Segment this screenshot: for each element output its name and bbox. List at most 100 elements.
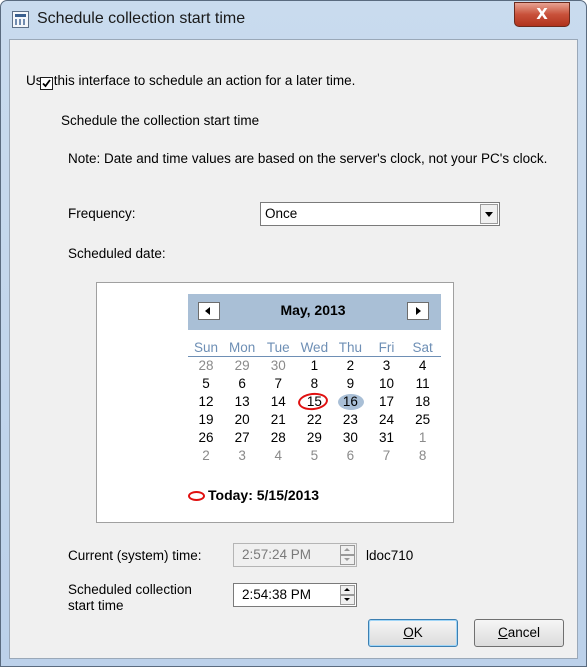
calendar-day[interactable]: 7	[368, 447, 404, 465]
calendar-week: 28 29 30 1 2 3 4	[188, 357, 441, 375]
calendar-header: May, 2013	[188, 294, 441, 330]
current-time-spinner: 2:57:24 PM	[233, 543, 357, 567]
scheduled-time-value[interactable]: 2:54:38 PM	[242, 587, 311, 602]
calendar-day[interactable]: 27	[224, 429, 260, 447]
calendar-day[interactable]: 26	[188, 429, 224, 447]
ok-label-rest: K	[413, 625, 423, 640]
calendar-day[interactable]: 30	[260, 357, 296, 375]
calendar-day[interactable]: 28	[260, 429, 296, 447]
schedule-checkbox-label[interactable]: Schedule the collection start time	[61, 113, 259, 128]
cancel-access-key: C	[497, 625, 508, 640]
title-bar[interactable]: Schedule collection start time X	[1, 1, 586, 39]
schedule-checkbox[interactable]	[40, 77, 53, 90]
calendar-day[interactable]: 10	[368, 375, 404, 393]
calendar-day[interactable]: 31	[368, 429, 404, 447]
calendar-week: 19 20 21 22 23 24 25	[188, 411, 441, 429]
calendar-day[interactable]: 8	[296, 375, 332, 393]
next-month-button[interactable]	[407, 302, 429, 320]
month-label: May, 2013	[280, 302, 346, 318]
calendar-day[interactable]: 25	[405, 411, 441, 429]
spin-up-icon[interactable]	[340, 585, 355, 595]
ok-access-key: O	[403, 625, 414, 640]
calendar-day[interactable]: 2	[332, 357, 368, 375]
note-text: Note: Date and time values are based on …	[68, 151, 548, 166]
calendar-day[interactable]: 14	[260, 393, 296, 411]
calendar-day[interactable]: 5	[296, 447, 332, 465]
spin-down-icon[interactable]	[340, 595, 355, 605]
calendar-day[interactable]: 23	[332, 411, 368, 429]
today-text: Today: 5/15/2013	[208, 487, 320, 503]
calendar-day[interactable]: 7	[260, 375, 296, 393]
weekday-header: Mon	[224, 339, 261, 357]
previous-month-button[interactable]	[198, 302, 220, 320]
calendar-day-today[interactable]: 15	[296, 391, 332, 412]
spin-down-icon	[340, 555, 355, 565]
cancel-label-rest: ancel	[507, 625, 541, 640]
calendar-day[interactable]: 6	[224, 375, 260, 393]
today-circle-icon	[188, 491, 205, 502]
current-time-value: 2:57:24 PM	[242, 547, 312, 562]
server-name: ldoc710	[366, 548, 414, 563]
scheduled-time-label-line1: Scheduled collection	[68, 582, 192, 597]
cancel-button[interactable]: Cancel	[474, 619, 564, 647]
frequency-value: Once	[265, 206, 298, 221]
calendar-day[interactable]: 3	[224, 447, 260, 465]
calendar-grid: Sun Mon Tue Wed Thu Fri Sat 28 29 30 1 2…	[188, 339, 441, 465]
calendar-day[interactable]: 2	[188, 447, 224, 465]
dialog-body: Use this interface to schedule an action…	[9, 39, 578, 659]
calendar-day[interactable]: 24	[368, 411, 404, 429]
calendar-day[interactable]: 19	[188, 411, 224, 429]
weekday-header: Sat	[404, 339, 441, 357]
calendar-day[interactable]: 13	[224, 393, 260, 411]
calendar-day[interactable]: 11	[405, 375, 441, 393]
window-title: Schedule collection start time	[37, 10, 246, 27]
dialog-window: Schedule collection start time X Use thi…	[0, 0, 587, 667]
frequency-label: Frequency:	[68, 206, 136, 221]
weekday-header: Tue	[260, 339, 297, 357]
calendar-day[interactable]: 29	[296, 429, 332, 447]
calendar-week: 26 27 28 29 30 31 1	[188, 429, 441, 447]
checkmark-icon	[42, 79, 51, 88]
weekday-row: Sun Mon Tue Wed Thu Fri Sat	[188, 339, 441, 357]
calendar: May, 2013 Sun Mon Tue Wed Thu Fri Sat 28…	[96, 282, 454, 523]
calendar-day[interactable]: 1	[405, 429, 441, 447]
frequency-select[interactable]: Once	[260, 202, 500, 226]
chevron-down-icon[interactable]	[480, 204, 498, 224]
calendar-day[interactable]: 3	[368, 357, 404, 375]
current-time-label: Current (system) time:	[68, 548, 202, 563]
calendar-day[interactable]: 28	[188, 357, 224, 375]
calendar-day-selected[interactable]: 16	[332, 393, 368, 411]
scheduled-time-spinner[interactable]: 2:54:38 PM	[233, 583, 357, 607]
scheduled-date-label: Scheduled date:	[68, 246, 166, 261]
intro-text: Use this interface to schedule an action…	[26, 73, 356, 88]
calendar-week: 2 3 4 5 6 7 8	[188, 447, 441, 465]
calendar-day[interactable]: 5	[188, 375, 224, 393]
calendar-day[interactable]: 8	[405, 447, 441, 465]
calendar-day[interactable]: 6	[332, 447, 368, 465]
today-link[interactable]: Today: 5/15/2013	[188, 487, 319, 503]
weekday-header: Wed	[296, 339, 333, 357]
calendar-day[interactable]: 30	[332, 429, 368, 447]
calendar-day[interactable]: 1	[296, 357, 332, 375]
scheduled-time-label-line2: start time	[68, 598, 124, 613]
spin-up-icon	[340, 545, 355, 555]
calendar-week: 5 6 7 8 9 10 11	[188, 375, 441, 393]
weekday-header: Fri	[368, 339, 405, 357]
calendar-day[interactable]: 12	[188, 393, 224, 411]
calendar-week: 12 13 14 15 16 17 18	[188, 391, 441, 412]
close-button[interactable]: X	[514, 2, 570, 27]
schedule-icon	[12, 11, 29, 28]
calendar-day[interactable]: 22	[296, 411, 332, 429]
calendar-day-number: 16	[342, 394, 358, 409]
calendar-day[interactable]: 29	[224, 357, 260, 375]
calendar-day[interactable]: 17	[368, 393, 404, 411]
calendar-day[interactable]: 21	[260, 411, 296, 429]
calendar-day[interactable]: 18	[405, 393, 441, 411]
calendar-day[interactable]: 9	[332, 375, 368, 393]
calendar-day[interactable]: 4	[405, 357, 441, 375]
ok-button[interactable]: OK	[368, 619, 458, 647]
calendar-day[interactable]: 4	[260, 447, 296, 465]
today-circle-mark	[297, 391, 330, 412]
calendar-day[interactable]: 20	[224, 411, 260, 429]
weekday-header: Sun	[188, 339, 225, 357]
